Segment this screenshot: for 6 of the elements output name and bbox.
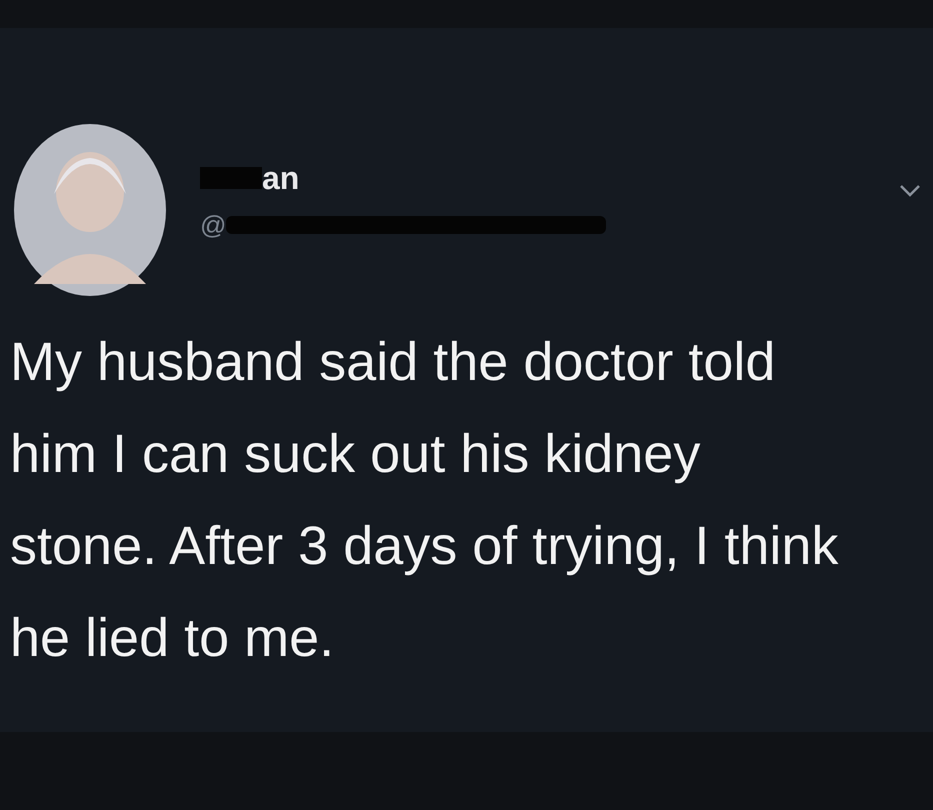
redaction-bar — [200, 167, 262, 189]
avatar-icon — [14, 124, 166, 296]
display-name: an — [262, 162, 300, 194]
handle: @ — [200, 212, 226, 238]
chevron-down-icon[interactable] — [899, 184, 921, 198]
tweet-text: My husband said the doctor told him I can suck out his kidney stone. After 3 days of trying, I think he lied to me. — [10, 331, 840, 670]
